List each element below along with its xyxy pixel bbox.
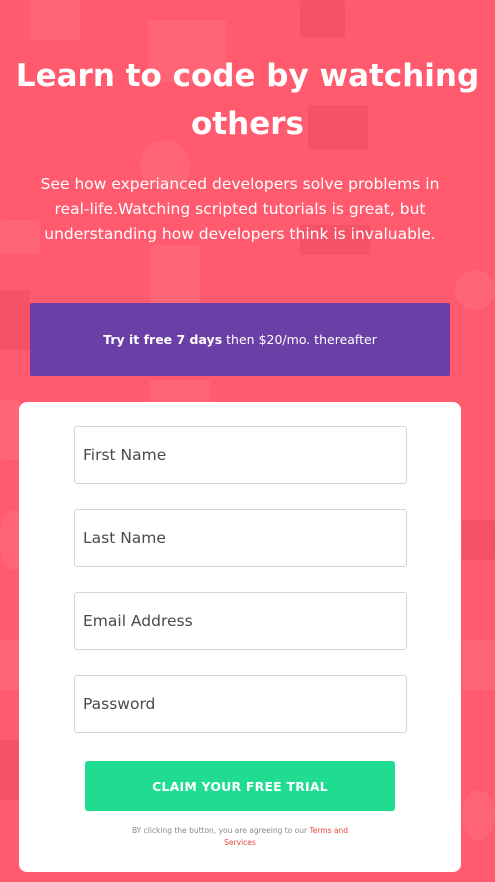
chart-icon [0, 290, 30, 350]
trial-offer-highlight: Try it free 7 days [103, 332, 223, 347]
terms-disclaimer: BY clicking the button, you are agreeing… [119, 825, 361, 849]
list-icon [0, 640, 20, 690]
first-name-field[interactable] [74, 426, 407, 484]
list-icon-right [462, 640, 495, 690]
document-icon [150, 245, 200, 305]
claim-free-trial-button[interactable]: CLAIM YOUR FREE TRIAL [85, 761, 395, 811]
email-field[interactable] [74, 592, 407, 650]
password-field[interactable] [74, 675, 407, 733]
tower-icon [0, 740, 20, 800]
globe-icon [462, 790, 495, 840]
settings-icon [455, 270, 495, 310]
rocket-icon [0, 400, 20, 460]
signup-form: CLAIM YOUR FREE TRIAL BY clicking the bu… [19, 402, 461, 872]
page-title: Learn to code by watching others [15, 58, 480, 142]
trial-offer-banner: Try it free 7 days then $20/mo. thereaft… [30, 303, 450, 376]
trial-offer-price: then $20/mo. thereafter [226, 332, 377, 347]
bar-chart-icon [300, 0, 345, 38]
page-subtitle: See how experianced developers solve pro… [40, 175, 440, 243]
last-name-field[interactable] [74, 509, 407, 567]
wheel-icon [462, 520, 495, 560]
disclaimer-text: BY clicking the button, you are agreeing… [131, 826, 310, 835]
tools-icon [30, 0, 80, 40]
